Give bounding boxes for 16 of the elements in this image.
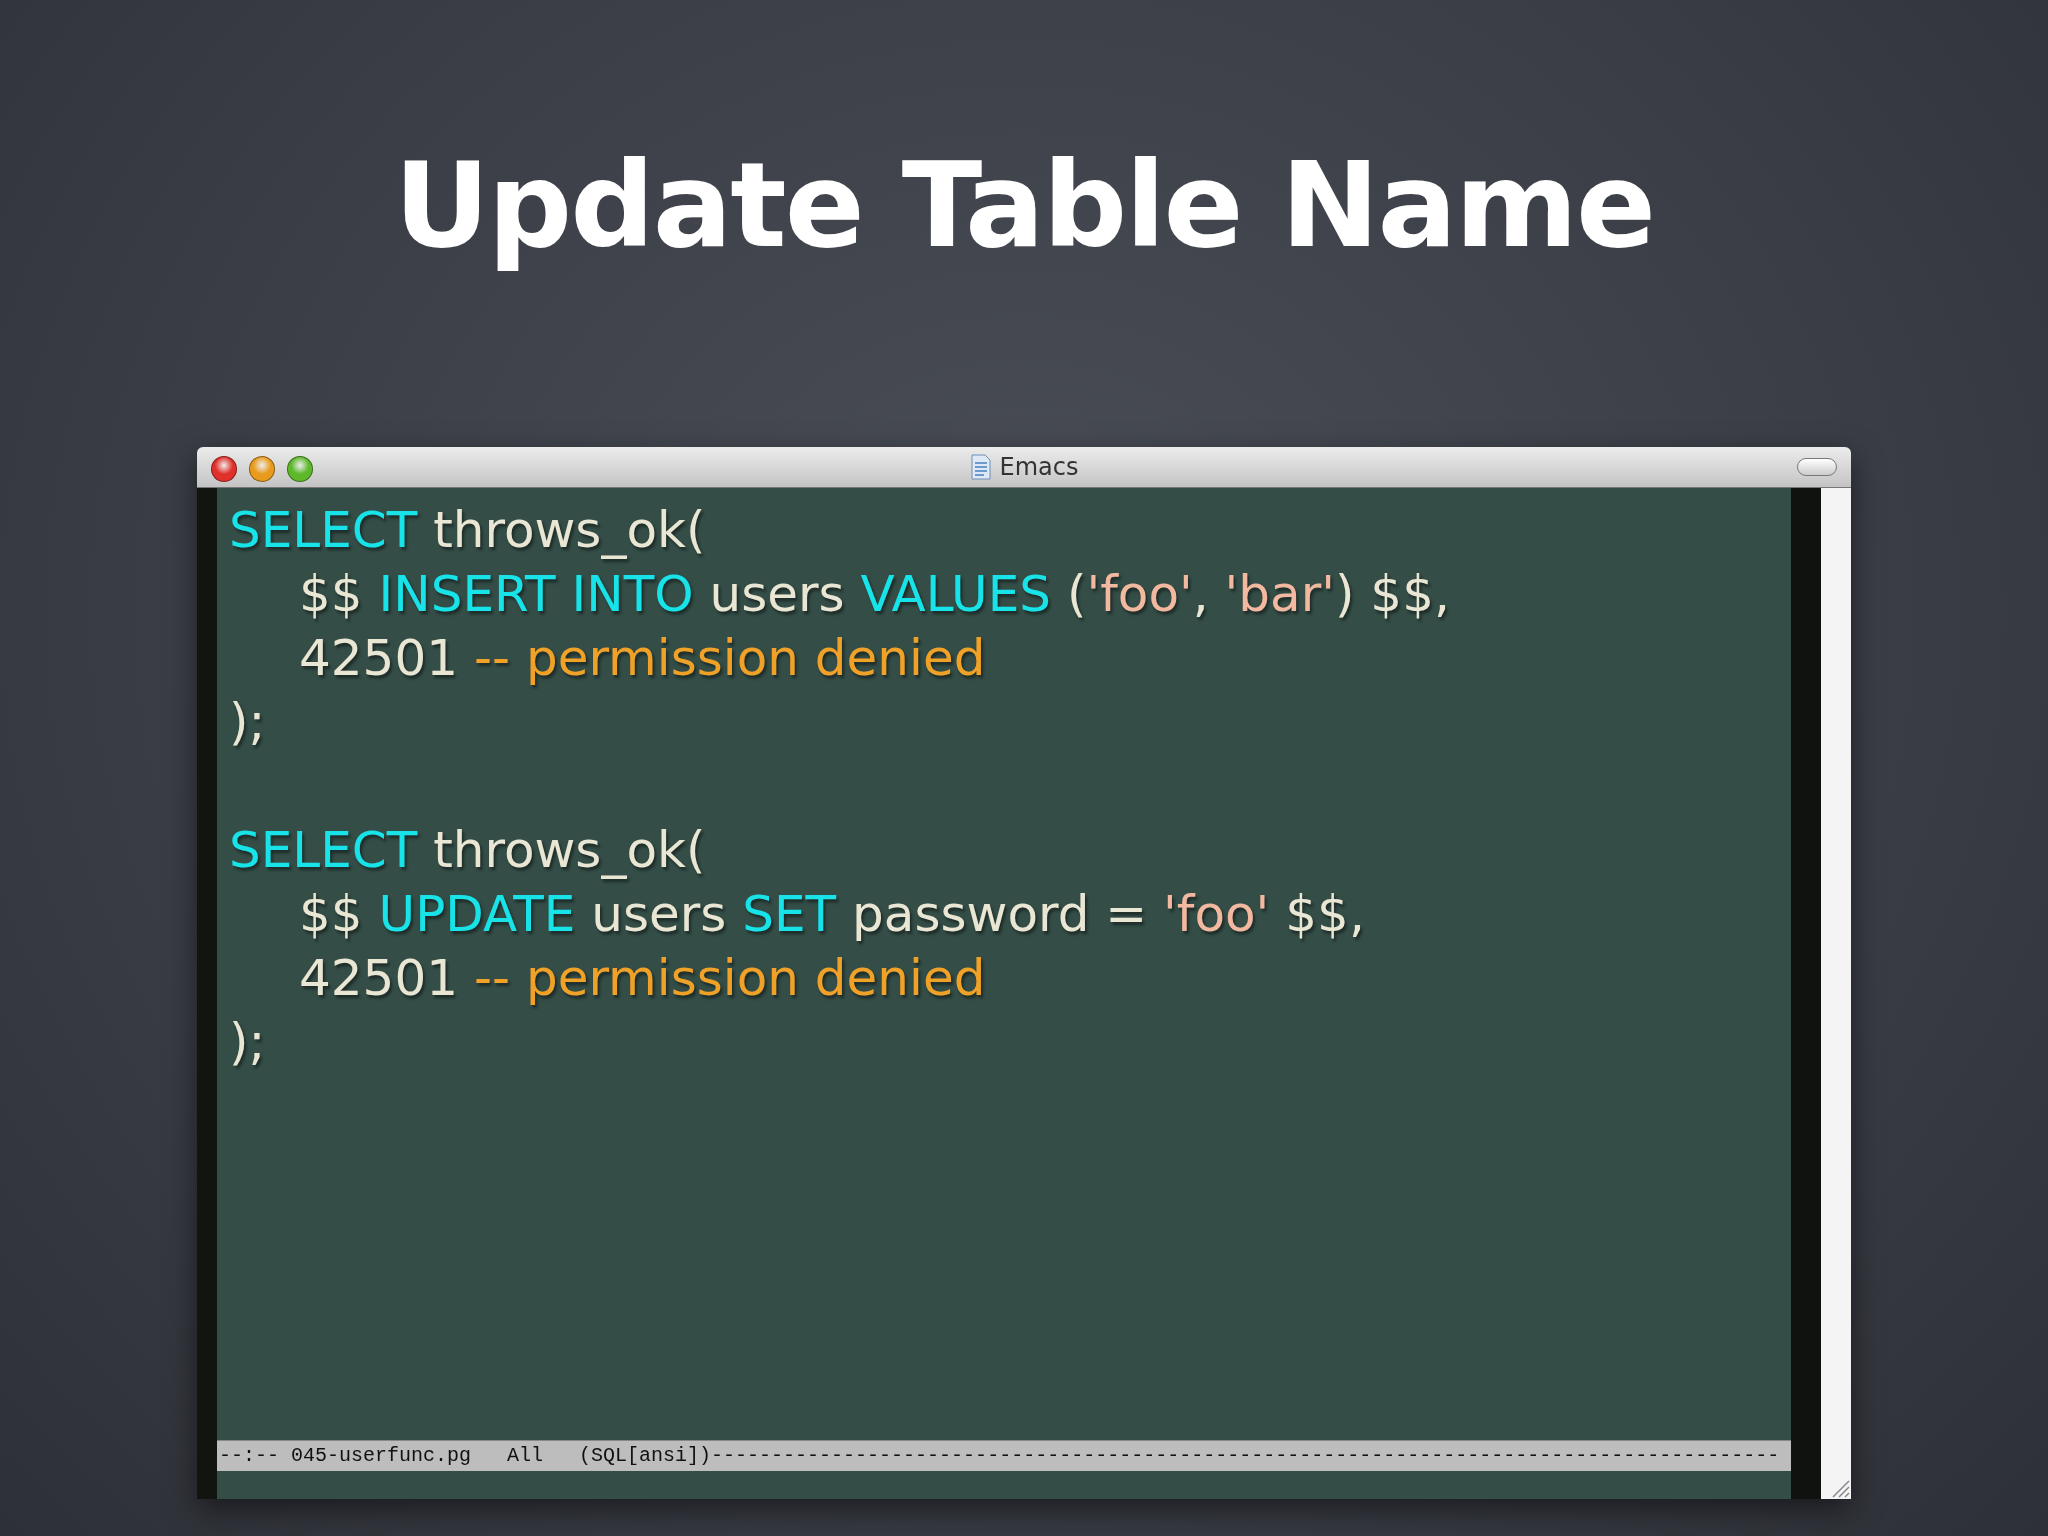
- code-line: $$ UPDATE users SET password = 'foo' $$,: [299, 883, 1365, 945]
- window-title: Emacs: [999, 452, 1079, 481]
- toolbar-toggle-button[interactable]: [1797, 457, 1837, 476]
- code-line: SELECT throws_ok(: [229, 819, 706, 881]
- code-line: );: [229, 1011, 266, 1073]
- zoom-button[interactable]: [287, 455, 313, 482]
- code-line: );: [229, 691, 266, 753]
- scroll-bar[interactable]: [1821, 487, 1851, 1499]
- document-icon: [969, 453, 992, 480]
- slide-title: Update Table Name: [393, 135, 1655, 276]
- code-line: SELECT throws_ok(: [229, 499, 706, 561]
- close-button[interactable]: [211, 455, 237, 482]
- code-line: 42501 -- permission denied: [299, 627, 986, 689]
- minimize-button[interactable]: [249, 455, 275, 482]
- code-line: $$ INSERT INTO users VALUES ('foo', 'bar') $$,: [299, 563, 1450, 625]
- code-line: 42501 -- permission denied: [299, 947, 986, 1009]
